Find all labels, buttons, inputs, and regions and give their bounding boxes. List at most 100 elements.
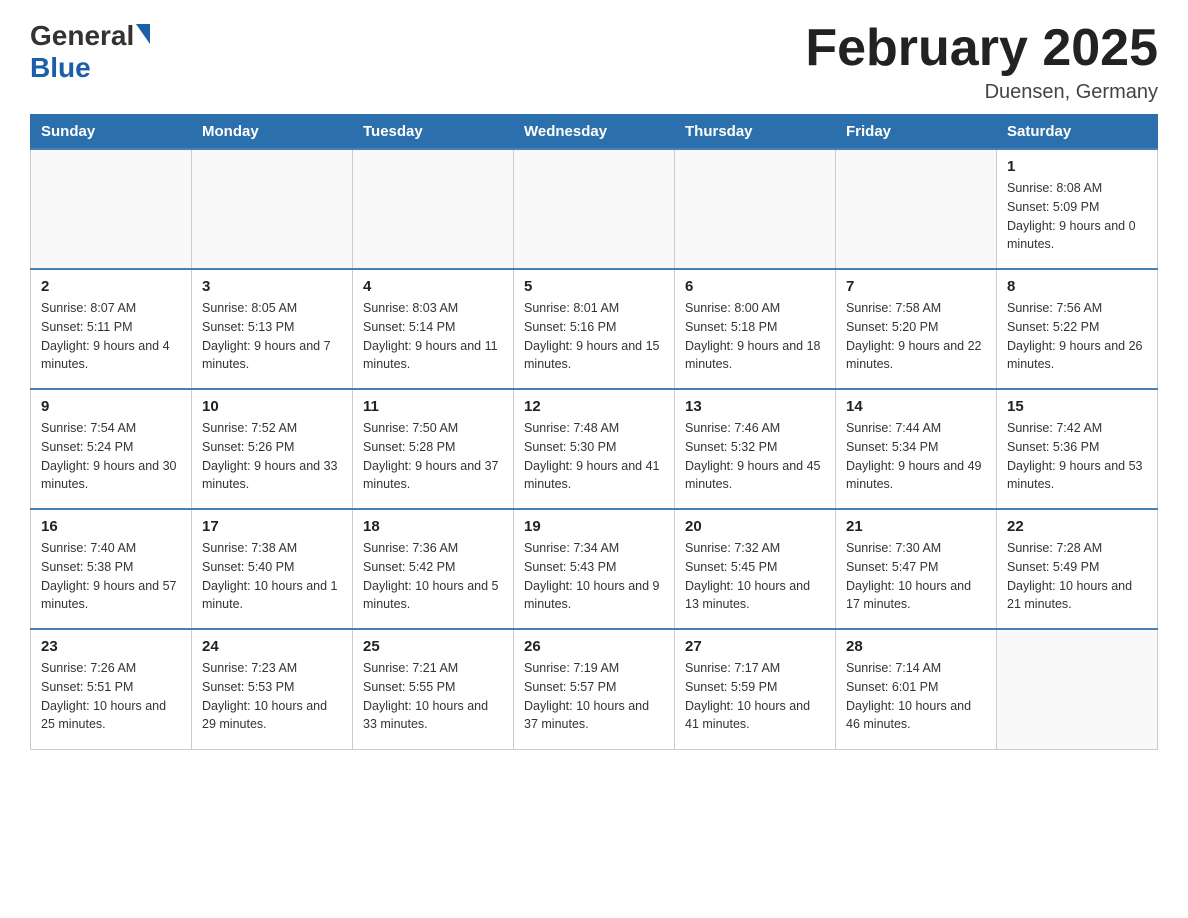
day-cell: 13Sunrise: 7:46 AM Sunset: 5:32 PM Dayli… xyxy=(675,389,836,509)
day-info: Sunrise: 7:30 AM Sunset: 5:47 PM Dayligh… xyxy=(846,539,986,614)
day-cell xyxy=(675,149,836,269)
day-cell: 21 Sunrise: 7:30 AM Sunset: 5:47 PM Dayli… xyxy=(836,509,997,629)
day-cell: 4 Sunrise: 8:03 AM Sunset: 5:14 PM Daylig… xyxy=(353,269,514,389)
day-cell: 15 Sunrise: 7:42 AM Sunset: 5:36 PM Dayli… xyxy=(997,389,1158,509)
day-info: Sunrise: 7:19 AM Sunset: 5:57 PM Dayligh… xyxy=(524,659,664,734)
week-row-1: 2Sunrise: 8:07 AM Sunset: 5:11 PM Daylig… xyxy=(31,269,1158,389)
day-number: 25 xyxy=(363,638,503,655)
day-number: 24 xyxy=(202,638,342,655)
day-info: Sunrise: 7:38 AM Sunset: 5:40 PM Dayligh… xyxy=(202,539,342,614)
day-number: 15 xyxy=(1007,398,1147,415)
logo: General Blue xyxy=(30,20,150,84)
day-cell: 3Sunrise: 8:05 AM Sunset: 5:13 PM Daylig… xyxy=(192,269,353,389)
header-cell-tuesday: Tuesday xyxy=(353,115,514,150)
day-cell: 2Sunrise: 8:07 AM Sunset: 5:11 PM Daylig… xyxy=(31,269,192,389)
header-cell-friday: Friday xyxy=(836,115,997,150)
day-cell: 26 Sunrise: 7:19 AM Sunset: 5:57 PM Dayli… xyxy=(514,629,675,749)
day-info: Sunrise: 7:28 AM Sunset: 5:49 PM Dayligh… xyxy=(1007,539,1147,614)
day-number: 14 xyxy=(846,398,986,415)
day-number: 28 xyxy=(846,638,986,655)
week-row-4: 23 Sunrise: 7:26 AM Sunset: 5:51 PM Dayli… xyxy=(31,629,1158,749)
day-cell: 23 Sunrise: 7:26 AM Sunset: 5:51 PM Dayli… xyxy=(31,629,192,749)
day-cell: 17 Sunrise: 7:38 AM Sunset: 5:40 PM Dayli… xyxy=(192,509,353,629)
calendar-header: SundayMondayTuesdayWednesdayThursdayFrid… xyxy=(31,115,1158,150)
logo-blue-text: Blue xyxy=(30,52,91,84)
day-info: Sunrise: 7:23 AM Sunset: 5:53 PM Dayligh… xyxy=(202,659,342,734)
header-cell-sunday: Sunday xyxy=(31,115,192,150)
day-info: Sunrise: 7:21 AM Sunset: 5:55 PM Dayligh… xyxy=(363,659,503,734)
day-cell: 7Sunrise: 7:58 AM Sunset: 5:20 PM Daylig… xyxy=(836,269,997,389)
day-cell: 11 Sunrise: 7:50 AM Sunset: 5:28 PM Dayli… xyxy=(353,389,514,509)
logo-arrow-icon xyxy=(136,24,150,44)
day-number: 12 xyxy=(524,398,664,415)
day-number: 9 xyxy=(41,398,181,415)
day-info: Sunrise: 7:26 AM Sunset: 5:51 PM Dayligh… xyxy=(41,659,181,734)
day-info: Sunrise: 8:01 AM Sunset: 5:16 PM Dayligh… xyxy=(524,299,664,374)
day-number: 17 xyxy=(202,518,342,535)
header-cell-thursday: Thursday xyxy=(675,115,836,150)
day-cell: 27 Sunrise: 7:17 AM Sunset: 5:59 PM Dayli… xyxy=(675,629,836,749)
day-cell: 5Sunrise: 8:01 AM Sunset: 5:16 PM Daylig… xyxy=(514,269,675,389)
location: Duensen, Germany xyxy=(805,81,1158,104)
day-number: 26 xyxy=(524,638,664,655)
day-cell: 6Sunrise: 8:00 AM Sunset: 5:18 PM Daylig… xyxy=(675,269,836,389)
page-header: General Blue February 2025 Duensen, Germ… xyxy=(30,20,1158,104)
day-number: 1 xyxy=(1007,158,1147,175)
day-cell: 12 Sunrise: 7:48 AM Sunset: 5:30 PM Dayli… xyxy=(514,389,675,509)
day-info: Sunrise: 7:14 AM Sunset: 6:01 PM Dayligh… xyxy=(846,659,986,734)
day-cell: 20 Sunrise: 7:32 AM Sunset: 5:45 PM Dayli… xyxy=(675,509,836,629)
day-info: Sunrise: 7:52 AM Sunset: 5:26 PM Dayligh… xyxy=(202,419,342,494)
calendar-table: SundayMondayTuesdayWednesdayThursdayFrid… xyxy=(30,114,1158,750)
day-number: 19 xyxy=(524,518,664,535)
header-cell-monday: Monday xyxy=(192,115,353,150)
day-info: Sunrise: 7:44 AM Sunset: 5:34 PM Dayligh… xyxy=(846,419,986,494)
day-info: Sunrise: 7:54 AM Sunset: 5:24 PM Dayligh… xyxy=(41,419,181,494)
week-row-3: 16 Sunrise: 7:40 AM Sunset: 5:38 PM Dayli… xyxy=(31,509,1158,629)
day-number: 6 xyxy=(685,278,825,295)
day-number: 2 xyxy=(41,278,181,295)
day-info: Sunrise: 7:40 AM Sunset: 5:38 PM Dayligh… xyxy=(41,539,181,614)
week-row-0: 1Sunrise: 8:08 AM Sunset: 5:09 PM Daylig… xyxy=(31,149,1158,269)
day-cell: 19 Sunrise: 7:34 AM Sunset: 5:43 PM Dayli… xyxy=(514,509,675,629)
day-cell xyxy=(31,149,192,269)
day-info: Sunrise: 7:42 AM Sunset: 5:36 PM Dayligh… xyxy=(1007,419,1147,494)
day-number: 27 xyxy=(685,638,825,655)
title-block: February 2025 Duensen, Germany xyxy=(805,20,1158,104)
day-info: Sunrise: 7:56 AM Sunset: 5:22 PM Dayligh… xyxy=(1007,299,1147,374)
logo-general-text: General xyxy=(30,20,134,52)
day-info: Sunrise: 7:50 AM Sunset: 5:28 PM Dayligh… xyxy=(363,419,503,494)
day-cell: 25 Sunrise: 7:21 AM Sunset: 5:55 PM Dayli… xyxy=(353,629,514,749)
day-number: 4 xyxy=(363,278,503,295)
day-number: 16 xyxy=(41,518,181,535)
day-number: 10 xyxy=(202,398,342,415)
day-info: Sunrise: 7:48 AM Sunset: 5:30 PM Dayligh… xyxy=(524,419,664,494)
day-info: Sunrise: 7:17 AM Sunset: 5:59 PM Dayligh… xyxy=(685,659,825,734)
month-title: February 2025 xyxy=(805,20,1158,77)
day-number: 8 xyxy=(1007,278,1147,295)
week-row-2: 9 Sunrise: 7:54 AM Sunset: 5:24 PM Daylig… xyxy=(31,389,1158,509)
day-number: 13 xyxy=(685,398,825,415)
day-info: Sunrise: 7:36 AM Sunset: 5:42 PM Dayligh… xyxy=(363,539,503,614)
calendar-body: 1Sunrise: 8:08 AM Sunset: 5:09 PM Daylig… xyxy=(31,149,1158,749)
day-info: Sunrise: 7:58 AM Sunset: 5:20 PM Dayligh… xyxy=(846,299,986,374)
day-number: 20 xyxy=(685,518,825,535)
day-cell: 28 Sunrise: 7:14 AM Sunset: 6:01 PM Dayli… xyxy=(836,629,997,749)
day-info: Sunrise: 7:34 AM Sunset: 5:43 PM Dayligh… xyxy=(524,539,664,614)
day-cell xyxy=(192,149,353,269)
day-cell xyxy=(353,149,514,269)
day-cell: 16 Sunrise: 7:40 AM Sunset: 5:38 PM Dayli… xyxy=(31,509,192,629)
day-number: 3 xyxy=(202,278,342,295)
day-cell: 22 Sunrise: 7:28 AM Sunset: 5:49 PM Dayli… xyxy=(997,509,1158,629)
day-number: 23 xyxy=(41,638,181,655)
day-number: 21 xyxy=(846,518,986,535)
day-cell xyxy=(836,149,997,269)
day-cell: 9 Sunrise: 7:54 AM Sunset: 5:24 PM Daylig… xyxy=(31,389,192,509)
day-info: Sunrise: 7:32 AM Sunset: 5:45 PM Dayligh… xyxy=(685,539,825,614)
day-cell: 8 Sunrise: 7:56 AM Sunset: 5:22 PM Daylig… xyxy=(997,269,1158,389)
day-number: 11 xyxy=(363,398,503,415)
day-cell: 10 Sunrise: 7:52 AM Sunset: 5:26 PM Dayli… xyxy=(192,389,353,509)
header-cell-saturday: Saturday xyxy=(997,115,1158,150)
day-info: Sunrise: 8:03 AM Sunset: 5:14 PM Dayligh… xyxy=(363,299,503,374)
day-number: 22 xyxy=(1007,518,1147,535)
day-cell: 14 Sunrise: 7:44 AM Sunset: 5:34 PM Dayli… xyxy=(836,389,997,509)
